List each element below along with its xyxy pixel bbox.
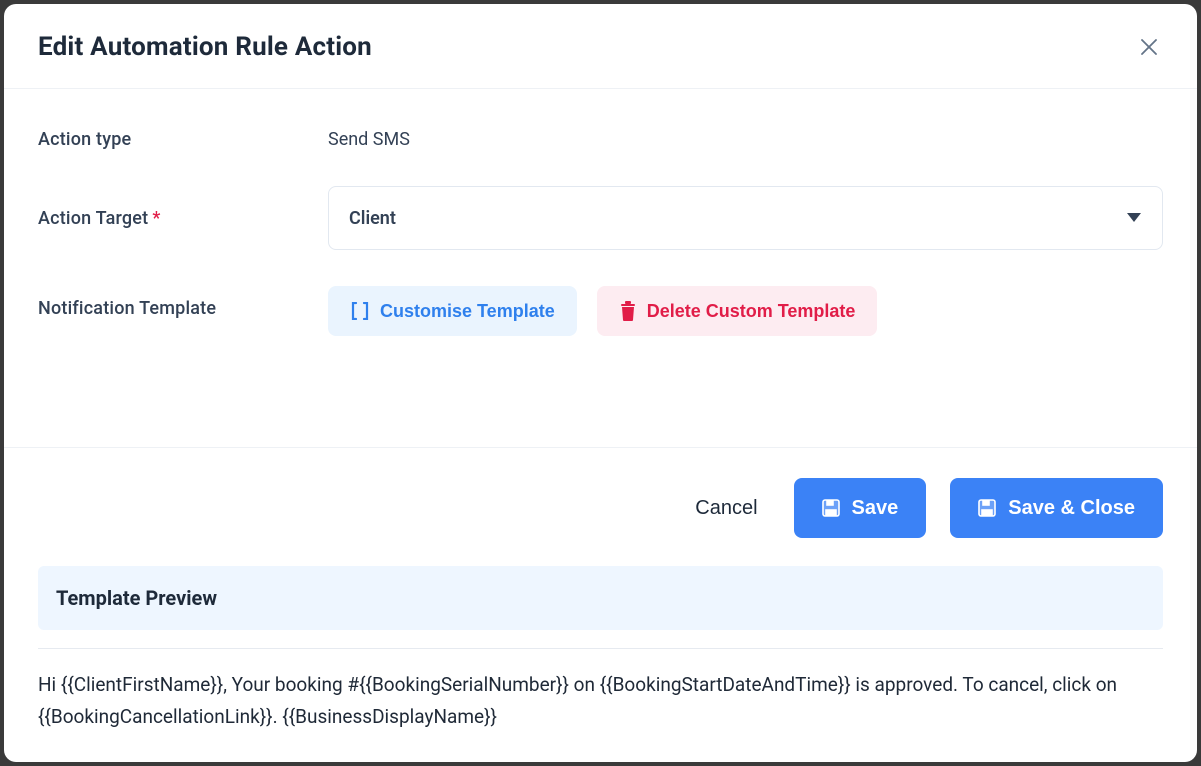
row-action-type: Action type Send SMS — [38, 129, 1163, 150]
trash-icon — [619, 301, 637, 321]
row-action-target: Action Target* Client — [38, 186, 1163, 250]
modal-header: Edit Automation Rule Action — [4, 4, 1197, 89]
template-button-group: Customise Template Delete Custom Templat… — [328, 286, 877, 336]
action-type-value: Send SMS — [328, 129, 410, 150]
action-target-select-wrap: Client — [328, 186, 1163, 250]
brackets-icon — [350, 302, 370, 320]
action-target-label: Action Target* — [38, 208, 328, 229]
modal-body: Action type Send SMS Action Target* Clie… — [4, 89, 1197, 447]
modal-footer: Cancel Save Save & Close — [4, 447, 1197, 566]
edit-automation-modal: Edit Automation Rule Action Action type … — [4, 4, 1197, 762]
delete-template-button[interactable]: Delete Custom Template — [597, 286, 878, 336]
customise-template-label: Customise Template — [380, 301, 555, 322]
preview-divider — [38, 648, 1163, 649]
save-button[interactable]: Save — [794, 478, 927, 538]
save-close-label: Save & Close — [1008, 497, 1135, 520]
customise-template-button[interactable]: Customise Template — [328, 286, 577, 336]
save-icon — [822, 499, 840, 517]
notification-template-label: Notification Template — [38, 286, 328, 319]
template-preview-body: Hi {{ClientFirstName}}, Your booking #{{… — [38, 669, 1163, 732]
action-type-label: Action type — [38, 129, 328, 150]
action-target-select[interactable]: Client — [328, 186, 1163, 250]
save-icon — [978, 499, 996, 517]
template-preview-heading: Template Preview — [38, 566, 1163, 630]
delete-template-label: Delete Custom Template — [647, 301, 856, 322]
save-close-button[interactable]: Save & Close — [950, 478, 1163, 538]
row-notification-template: Notification Template Customise Template — [38, 286, 1163, 336]
cancel-button[interactable]: Cancel — [683, 483, 769, 533]
close-button[interactable] — [1135, 33, 1163, 61]
modal-title: Edit Automation Rule Action — [38, 32, 372, 62]
required-asterisk: * — [152, 208, 160, 229]
template-preview-section: Template Preview Hi {{ClientFirstName}},… — [4, 566, 1197, 762]
action-target-selected: Client — [349, 208, 396, 229]
save-label: Save — [852, 497, 899, 520]
close-icon — [1139, 37, 1159, 57]
